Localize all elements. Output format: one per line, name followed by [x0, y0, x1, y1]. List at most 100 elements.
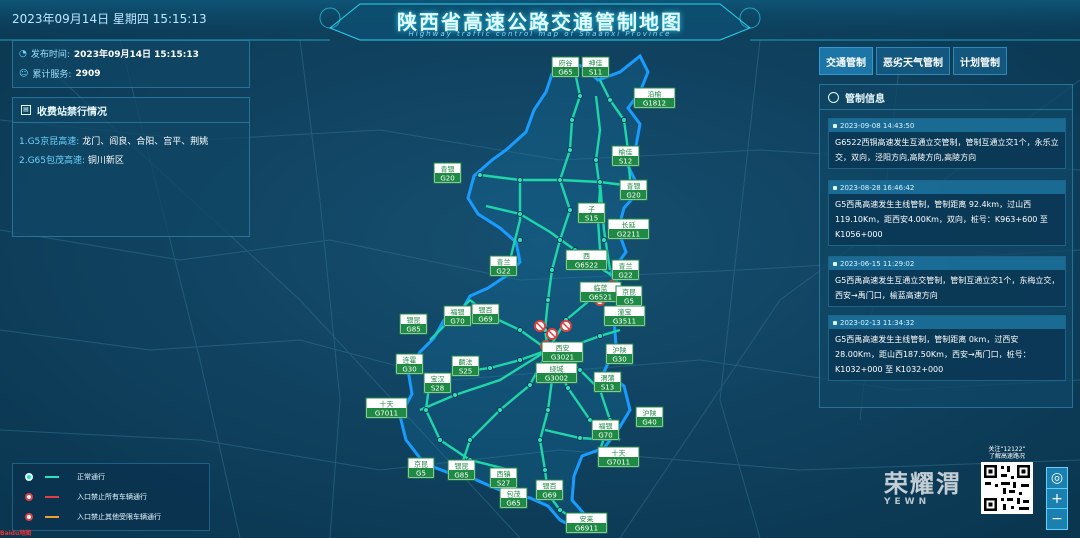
bullet-icon: [833, 261, 837, 266]
legend-label: 入口禁止其他受限车辆通行: [77, 513, 161, 521]
highway-sign-name: 青兰: [619, 262, 633, 271]
highway-sign-code: G20: [440, 175, 454, 183]
highway-sign[interactable]: 青银G20: [433, 162, 462, 184]
highway-sign-code: G85: [454, 472, 468, 480]
tab-planned-control[interactable]: 计划管制: [953, 47, 1007, 75]
highway-sign-code: G85: [406, 326, 420, 334]
highway-sign[interactable]: 福银G70: [591, 419, 620, 441]
map-legend: 正常通行 入口禁止所有车辆通行 入口禁止其他受限车辆通行: [12, 463, 210, 531]
highway-sign[interactable]: 银百G69: [471, 303, 500, 325]
highway-sign[interactable]: 沪陕G40: [635, 406, 664, 428]
control-card-time: 2023-06-15 11:29:02: [829, 257, 1065, 270]
normal-line-icon: [45, 476, 59, 478]
control-card-time: 2023-08-28 16:46:42: [829, 181, 1065, 194]
publish-time-row: ◔ 发布时间: 2023年09月14日 15:15:13: [19, 47, 199, 61]
highway-sign-code: S28: [431, 385, 444, 393]
locate-button[interactable]: ◎: [1046, 467, 1068, 489]
highway-sign-code: S15: [585, 215, 598, 223]
highway-sign-name: 安来: [580, 515, 594, 524]
highway-sign[interactable]: 青兰G22: [611, 259, 640, 281]
highway-sign-code: G7011: [375, 410, 398, 418]
highway-sign[interactable]: 榆佳S12: [611, 145, 640, 167]
highway-sign-name: 包茂: [507, 490, 521, 499]
highway-sign-name: 潼宝: [618, 308, 632, 317]
toll-item: 2.G65包茂高速: 铜川新区: [19, 153, 124, 166]
tab-traffic-control[interactable]: 交通管制: [819, 47, 873, 75]
highway-sign[interactable]: 绕城G3002: [535, 362, 578, 384]
highway-sign[interactable]: 青兰G22: [489, 255, 518, 277]
highway-sign[interactable]: 银昆G85: [447, 459, 476, 481]
toll-panel-header: ▤ 收费站禁行情况: [13, 98, 249, 123]
publish-label: 发布时间:: [30, 50, 70, 60]
highway-sign[interactable]: 西G6522: [565, 249, 608, 271]
highway-sign[interactable]: 银百G69: [535, 479, 564, 501]
highway-sign-code: G6522: [575, 262, 598, 270]
bullet-icon: [833, 320, 837, 325]
highway-sign-code: G7011: [607, 459, 630, 467]
publish-value: 2023年09月14日 15:15:13: [73, 50, 199, 60]
highway-sign[interactable]: 西安G3021: [541, 341, 584, 363]
highway-sign[interactable]: 临蓝G6521: [579, 281, 622, 303]
toll-item-road: 1.G5京昆高速:: [19, 137, 80, 147]
highway-sign-name: 沪陕: [643, 409, 657, 418]
highway-sign[interactable]: 福银G70: [443, 305, 472, 327]
control-card-time: 2023-09-08 14:43:50: [829, 119, 1065, 132]
highway-sign[interactable]: 沪陕G30: [605, 343, 634, 365]
legend-item-closed-all: 入口禁止所有车辆通行: [25, 492, 147, 502]
legend-item-restricted: 入口禁止其他受限车辆通行: [25, 512, 161, 522]
highway-sign[interactable]: 安来G6911: [565, 512, 608, 534]
zoom-out-button[interactable]: −: [1046, 508, 1068, 530]
legend-label: 正常通行: [77, 473, 105, 481]
highway-sign-name: 临蓝: [594, 284, 608, 293]
highway-sign[interactable]: 宝汉S28: [423, 372, 452, 394]
highway-sign[interactable]: 沿榆G1812: [633, 87, 676, 109]
toll-item: 1.G5京昆高速: 龙门、阎良、合阳、宫平、荆姚: [19, 134, 208, 147]
highway-sign[interactable]: 连霍G30: [395, 353, 424, 375]
highway-sign[interactable]: 银昆G85: [399, 313, 428, 335]
highway-sign[interactable]: 西镇S27: [489, 467, 518, 489]
control-card-time: 2023-02-13 11:34:32: [829, 316, 1065, 329]
highway-sign-code: G22: [496, 268, 510, 276]
highway-sign[interactable]: 京昆G5: [407, 457, 435, 479]
toll-closure-panel: ▤ 收费站禁行情况 1.G5京昆高速: 龙门、阎良、合阳、宫平、荆姚 2.G65…: [12, 97, 250, 237]
highway-sign-name: 青兰: [497, 258, 511, 267]
highway-sign[interactable]: 十天G7011: [597, 446, 640, 468]
highway-sign-code: G40: [642, 419, 656, 427]
highway-sign-name: 府谷: [559, 59, 573, 68]
watermark-text: 荣耀渭: [884, 470, 962, 498]
highway-sign[interactable]: 长延G2211: [607, 218, 650, 240]
highway-sign[interactable]: 麟法S25: [451, 355, 480, 377]
highway-sign[interactable]: 青银G20: [619, 179, 648, 201]
control-card[interactable]: 2023-08-28 16:46:42 G5西禹高速发生主线管制，管制距离 92…: [828, 180, 1066, 246]
control-type-tabs: 交通管制 恶劣天气管制 计划管制: [819, 47, 1007, 75]
highway-sign[interactable]: 包茂G65: [499, 487, 528, 509]
highway-sign-name: 青银: [627, 182, 641, 191]
zoom-in-button[interactable]: +: [1046, 488, 1068, 510]
highway-sign[interactable]: 十天G7011: [365, 397, 408, 419]
highway-sign[interactable]: 京昆G5: [615, 285, 643, 307]
highway-sign-code: G3511: [613, 318, 636, 326]
highway-sign[interactable]: 府谷G65: [551, 56, 580, 78]
highway-sign[interactable]: 渭蒲S13: [593, 371, 622, 393]
highway-sign-name: 榆佳: [619, 148, 633, 157]
control-card[interactable]: 2023-06-15 11:29:02 G5西禹高速发生互通立交管制，管制互通立…: [828, 256, 1066, 307]
highway-sign-name: 西: [583, 253, 590, 261]
highway-sign-code: G22: [618, 272, 632, 280]
control-card[interactable]: 2023-09-08 14:43:50 G6522西铜高速发生互通立交管制，管制…: [828, 118, 1066, 169]
highway-sign-name: 京昆: [622, 288, 636, 297]
highway-sign-name: 十天: [612, 449, 626, 458]
highway-sign[interactable]: 子S15: [577, 202, 606, 224]
qr-caption-2: 了解高速路况: [988, 453, 1025, 460]
control-panel-title: 管制信息: [845, 93, 885, 105]
highway-sign-code: G65: [506, 500, 520, 508]
toll-item-stations: 铜川新区: [87, 156, 124, 166]
highway-sign-code: S25: [459, 368, 472, 376]
no-entry-icon: [828, 91, 839, 103]
tab-weather-control[interactable]: 恶劣天气管制: [876, 47, 950, 75]
highway-sign[interactable]: 潼宝G3511: [603, 305, 646, 327]
legend-item-normal: 正常通行: [25, 472, 105, 482]
qr-code-icon: [981, 462, 1033, 514]
control-card[interactable]: 2023-02-13 11:34:32 G5西禹高速发生主线管制，管制距离 0k…: [828, 315, 1066, 381]
publish-info-panel: ◔ 发布时间: 2023年09月14日 15:15:13 ☺ 累计服务: 290…: [12, 40, 250, 88]
highway-sign[interactable]: 神佳S11: [581, 56, 610, 78]
